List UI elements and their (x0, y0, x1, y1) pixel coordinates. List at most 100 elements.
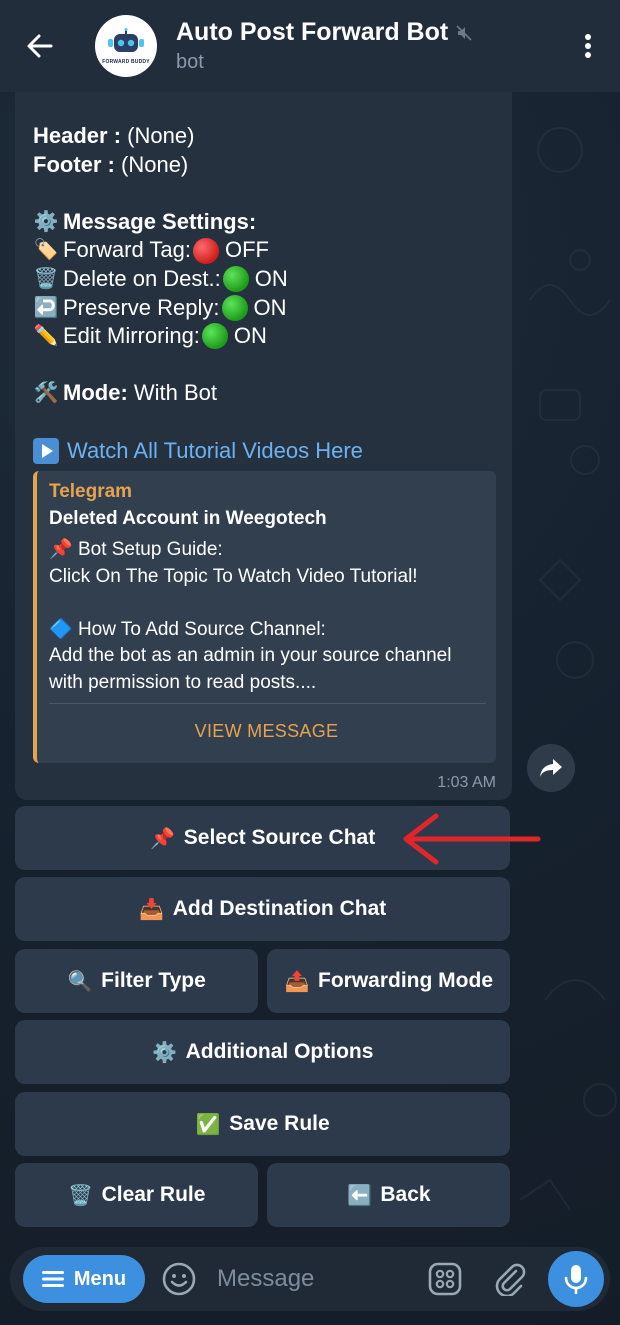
bot-commands-button[interactable] (428, 1262, 462, 1301)
menu-label: Menu (73, 1267, 127, 1290)
clear-rule-label: Clear Rule (101, 1183, 206, 1206)
emoji-button[interactable] (162, 1262, 196, 1301)
pushpin-icon: 📌 (150, 827, 176, 850)
mode-value: With Bot (133, 380, 218, 406)
forwarding-mode-button[interactable]: 📤 Forwarding Mode (267, 949, 510, 1013)
message-time: 1:03 AM (437, 774, 496, 791)
message-text: Header : (None) Footer : (None) ⚙️ Messag… (33, 122, 503, 465)
select-source-label: Select Source Chat (183, 826, 376, 849)
delete-dest-line: 🗑️ Delete on Dest.: ON (33, 265, 503, 294)
preview-line-5: with permission to read posts.... (49, 671, 317, 693)
preview-body: 📌 Bot Setup Guide: Click On The Topic To… (49, 537, 494, 696)
edit-label: Edit Mirroring: (63, 323, 200, 349)
tutorial-line: Watch All Tutorial Videos Here (33, 437, 503, 466)
chat-subtitle: bot (176, 51, 204, 73)
message-input-bar: Menu (10, 1247, 610, 1311)
check-mark-icon: ✅ (195, 1113, 221, 1136)
robot-logo-icon (108, 27, 144, 52)
link-preview[interactable]: Telegram Deleted Account in Weegotech 📌 … (33, 471, 496, 763)
preview-line-4: Add the bot as an admin in your source c… (49, 645, 452, 666)
clear-rule-button[interactable]: 🗑️ Clear Rule (15, 1163, 258, 1227)
mode-line: 🛠️ Mode: With Bot (33, 379, 503, 408)
play-button-icon (33, 437, 59, 464)
hamburger-menu-icon (41, 1271, 64, 1287)
add-destination-chat-button[interactable]: 📥 Add Destination Chat (15, 877, 510, 941)
forwarding-mode-label: Forwarding Mode (318, 969, 493, 992)
preview-line-2: Click On The Topic To Watch Video Tutori… (49, 565, 418, 587)
more-vertical-icon (585, 34, 591, 58)
header-label: Header : (33, 123, 122, 148)
back-arrow-button[interactable] (0, 0, 80, 92)
mode-label: Mode: (63, 380, 128, 406)
header-value: (None) (127, 123, 195, 148)
save-rule-label: Save Rule (229, 1112, 330, 1135)
share-forward-icon (540, 759, 562, 777)
footer-value: (None) (121, 151, 189, 177)
back-arrow-icon (27, 34, 53, 58)
chat-header: FORWARD BUDDY Auto Post Forward Bot bot (0, 0, 620, 92)
forward-message-button[interactable] (527, 744, 575, 792)
preview-line-1: Bot Setup Guide: (77, 539, 223, 560)
reply-arrow-icon: ↩️ (33, 296, 59, 319)
pushpin-icon: 📌 (49, 539, 73, 560)
avatar-brand-text: FORWARD BUDDY (102, 58, 150, 65)
forward-tag-value: OFF (224, 237, 269, 263)
delete-label: Delete on Dest.: (63, 265, 221, 291)
bot-avatar[interactable]: FORWARD BUDDY (95, 15, 157, 77)
footer-label: Footer : (33, 151, 115, 177)
preview-line-3: How To Add Source Channel: (77, 618, 326, 640)
muted-icon (456, 24, 472, 41)
edit-value: ON (233, 323, 267, 349)
green-circle-icon (201, 323, 228, 350)
settings-title: Message Settings: (63, 208, 257, 234)
view-message-button[interactable]: VIEW MESSAGE (37, 721, 496, 742)
delete-value: ON (254, 265, 288, 291)
magnifier-icon: 🔍 (67, 970, 93, 993)
green-circle-icon (221, 294, 248, 321)
back-button[interactable]: ⬅️ Back (267, 1163, 510, 1227)
wastebasket-icon: 🗑️ (33, 267, 59, 290)
save-rule-button[interactable]: ✅ Save Rule (15, 1092, 510, 1156)
add-destination-label: Add Destination Chat (172, 897, 387, 920)
outbox-tray-icon: 📤 (284, 970, 310, 993)
preview-divider (49, 703, 486, 704)
additional-options-label: Additional Options (185, 1040, 374, 1063)
gear-icon: ⚙️ (33, 210, 59, 233)
preview-site-name: Telegram (49, 481, 133, 502)
edit-mirroring-line: ✏️ Edit Mirroring: ON (33, 322, 503, 351)
header-line: Header : (None) (33, 122, 503, 151)
smiley-face-icon (162, 1262, 196, 1296)
footer-line: Footer : (None) (33, 151, 503, 180)
back-label: Back (380, 1183, 431, 1206)
message-input[interactable] (217, 1261, 407, 1297)
green-circle-icon (222, 266, 249, 293)
pencil-icon: ✏️ (33, 325, 59, 348)
tutorial-link[interactable]: Watch All Tutorial Videos Here (67, 437, 363, 466)
tag-icon: 🏷️ (33, 239, 59, 262)
additional-options-button[interactable]: ⚙️ Additional Options (15, 1020, 510, 1084)
more-options-button[interactable] (568, 0, 608, 92)
forward-tag-line: 🏷️ Forward Tag: OFF (33, 236, 503, 265)
inbox-tray-icon: 📥 (139, 898, 165, 921)
settings-title-line: ⚙️ Message Settings: (33, 208, 503, 237)
annotation-arrow (403, 813, 541, 865)
microphone-icon (564, 1265, 588, 1294)
preserve-reply-line: ↩️ Preserve Reply: ON (33, 294, 503, 323)
bot-menu-button[interactable]: Menu (23, 1255, 145, 1303)
preview-title: Deleted Account in Weegotech (49, 508, 327, 529)
chat-title-area[interactable]: Auto Post Forward Bot bot (176, 18, 568, 74)
gear-icon: ⚙️ (152, 1041, 178, 1064)
chat-title: Auto Post Forward Bot (176, 18, 449, 46)
filter-type-label: Filter Type (101, 969, 206, 992)
filter-type-button[interactable]: 🔍 Filter Type (15, 949, 258, 1013)
voice-record-button[interactable] (548, 1251, 604, 1307)
grid-apps-icon (428, 1262, 462, 1296)
message-bubble: Header : (None) Footer : (None) ⚙️ Messag… (15, 72, 512, 800)
paperclip-icon (495, 1263, 526, 1298)
blue-diamond-icon: 🔷 (49, 618, 73, 640)
red-circle-icon (192, 237, 219, 264)
attach-button[interactable] (494, 1262, 526, 1301)
wastebasket-icon: 🗑️ (68, 1184, 94, 1207)
reply-label: Preserve Reply: (63, 294, 220, 320)
forward-tag-label: Forward Tag: (63, 237, 191, 263)
